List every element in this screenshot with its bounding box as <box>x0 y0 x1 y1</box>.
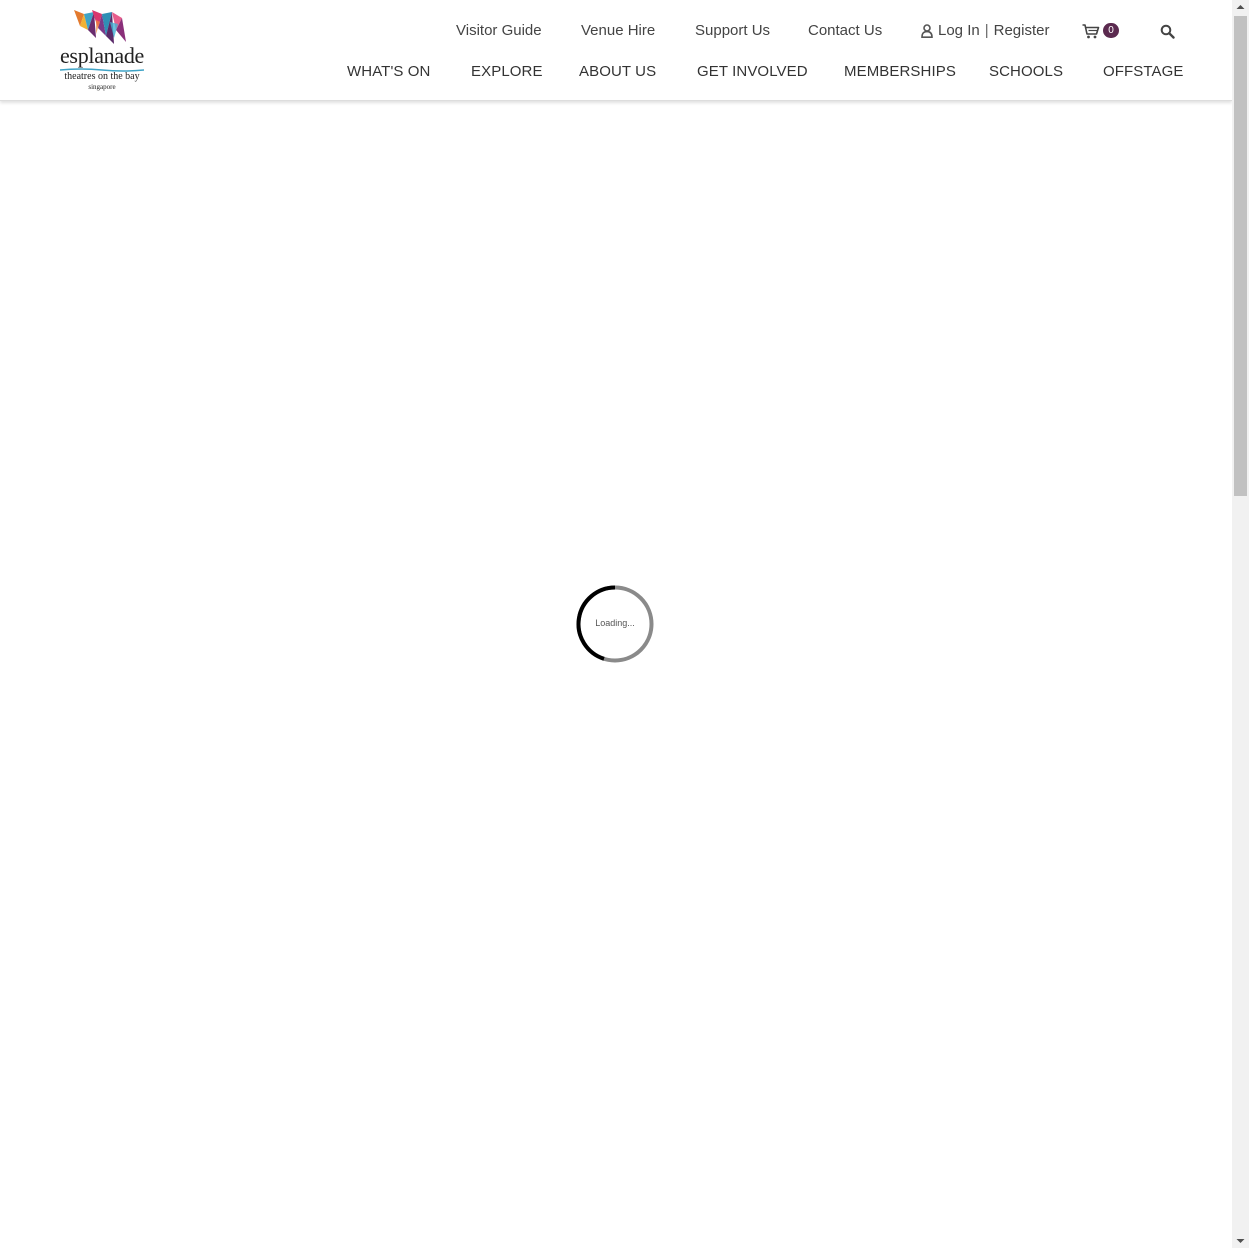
register-link[interactable]: Register <box>994 21 1050 41</box>
cart-count-badge: 0 <box>1103 23 1119 38</box>
nav-memberships[interactable]: MEMBERSHIPS <box>844 62 956 82</box>
esplanade-logo[interactable]: esplanade theatres on the bay singapore <box>56 8 148 92</box>
util-link-venue-hire[interactable]: Venue Hire <box>581 21 655 41</box>
scrollbar-thumb[interactable] <box>1234 16 1247 496</box>
logo-city: singapore <box>88 83 116 91</box>
login-link[interactable]: Log In <box>938 21 980 41</box>
util-link-support-us[interactable]: Support Us <box>695 21 770 41</box>
login-register: Log In | Register <box>921 21 1049 41</box>
site-header: esplanade theatres on the bay singapore … <box>0 0 1232 101</box>
nav-offstage[interactable]: OFFSTAGE <box>1103 62 1184 82</box>
nav-about-us[interactable]: ABOUT US <box>579 62 656 82</box>
util-link-visitor-guide[interactable]: Visitor Guide <box>456 21 542 41</box>
nav-whats-on[interactable]: WHAT'S ON <box>347 62 430 82</box>
loading-spinner: Loading... <box>576 585 654 663</box>
search-icon <box>1160 24 1175 39</box>
esplanade-logo-mark-icon <box>74 10 126 44</box>
scroll-up-arrow-icon[interactable] <box>1232 0 1249 14</box>
nav-get-involved[interactable]: GET INVOLVED <box>697 62 808 82</box>
nav-schools[interactable]: SCHOOLS <box>989 62 1063 82</box>
viewport: esplanade theatres on the bay singapore … <box>0 0 1232 1248</box>
page: esplanade theatres on the bay singapore … <box>0 0 1249 1248</box>
search-button[interactable] <box>1160 24 1175 39</box>
scroll-down-arrow-icon[interactable] <box>1232 1234 1249 1248</box>
vertical-scrollbar[interactable] <box>1232 0 1249 1248</box>
user-icon <box>921 24 933 38</box>
nav-explore[interactable]: EXPLORE <box>471 62 543 82</box>
util-link-contact-us[interactable]: Contact Us <box>808 21 882 41</box>
login-separator: | <box>984 22 989 39</box>
loading-text: Loading... <box>595 618 635 628</box>
cart-icon <box>1082 24 1100 39</box>
logo-wordmark: esplanade <box>59 43 145 68</box>
cart-button[interactable]: 0 <box>1082 22 1122 40</box>
logo-tagline: theatres on the bay <box>64 71 140 82</box>
